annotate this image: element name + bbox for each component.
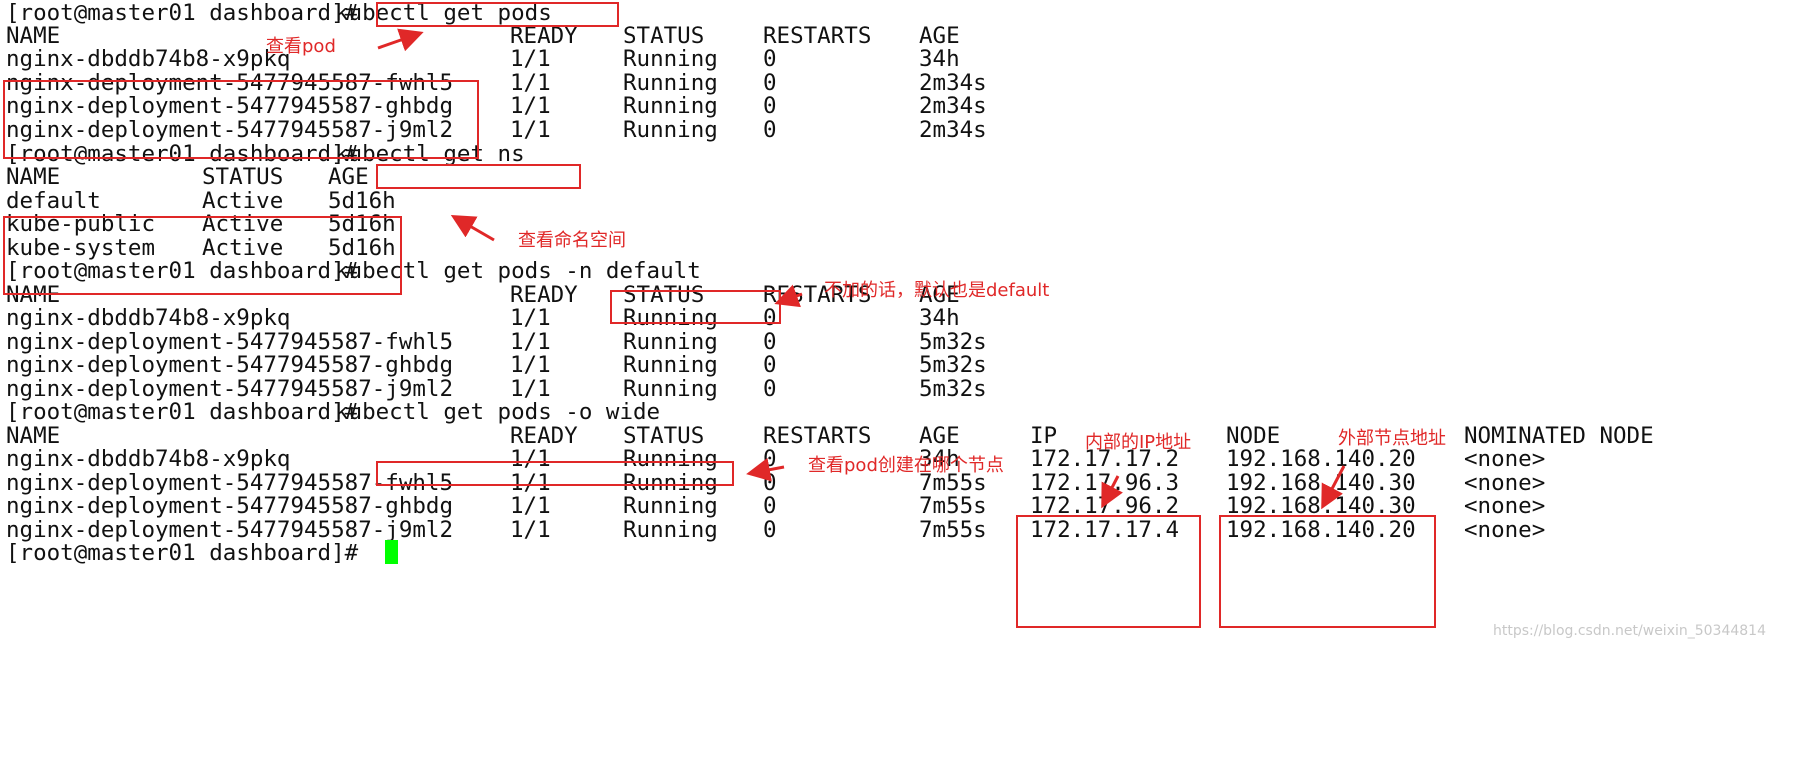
arrow-icon bbox=[377, 28, 424, 52]
arrow-icon bbox=[1101, 475, 1123, 509]
arrow-icon bbox=[450, 214, 495, 242]
arrow-icon bbox=[1321, 465, 1346, 510]
annotation-arrows bbox=[377, 28, 1346, 510]
arrow-icon bbox=[746, 457, 785, 482]
arrow-icon bbox=[774, 284, 803, 308]
watermark: https://blog.csdn.net/weixin_50344814 bbox=[1492, 623, 1766, 639]
